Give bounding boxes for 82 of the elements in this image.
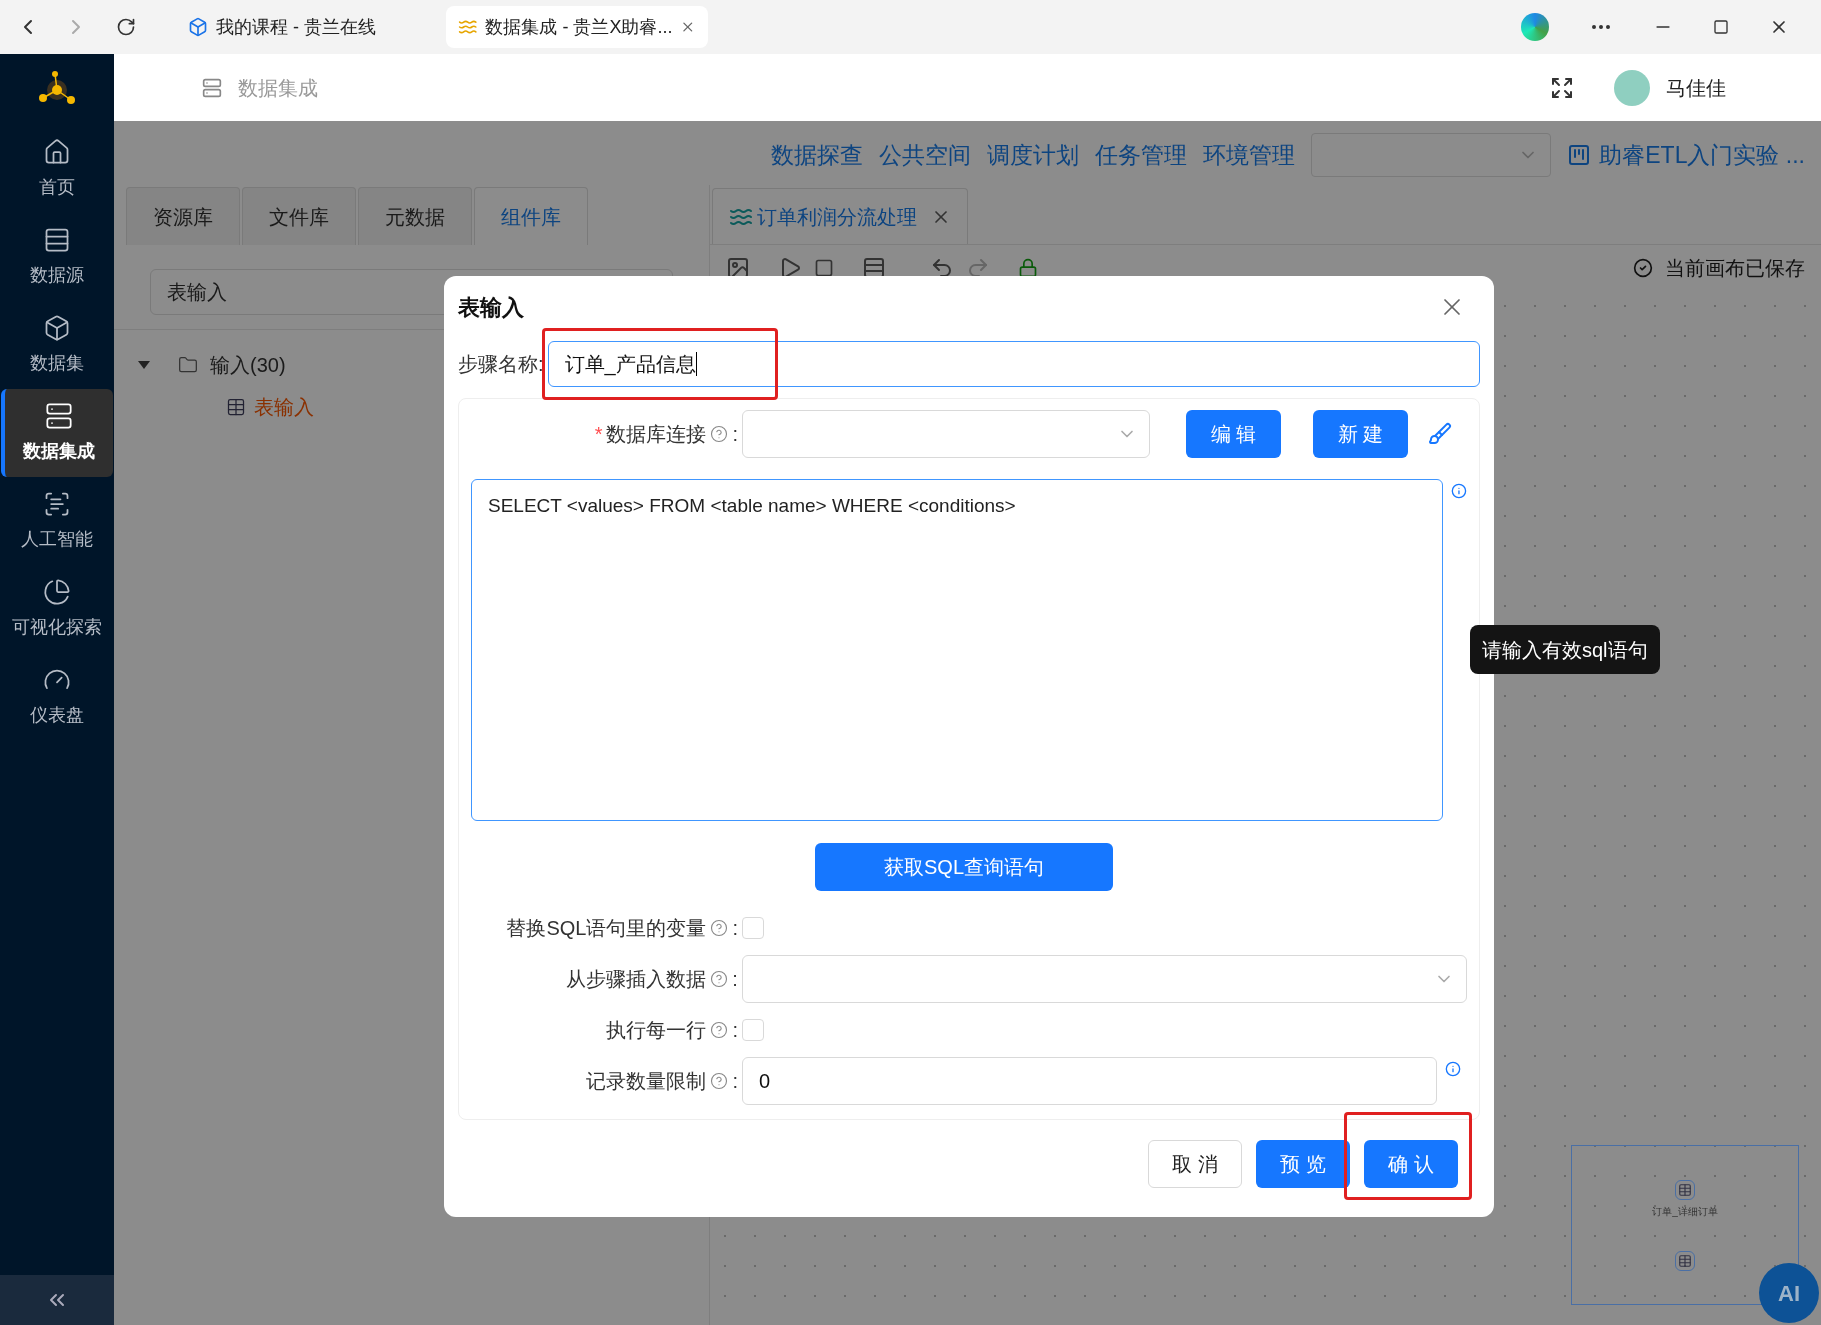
cube-icon [43, 313, 71, 342]
field-label: 数据库连接 [606, 422, 707, 447]
pie-chart-icon [43, 577, 71, 606]
sidebar-item[interactable]: 数据集 [1, 301, 113, 389]
lock-icon[interactable] [1018, 258, 1038, 278]
checkbox[interactable] [742, 1019, 764, 1041]
tree-item[interactable]: 表输入 [254, 392, 314, 422]
field-label: 记录数量限制 [586, 1069, 707, 1094]
panel-tab[interactable]: 资源库 [126, 187, 240, 245]
field-label: 执行每一行 [606, 1018, 707, 1043]
panel-tab[interactable]: 组件库 [474, 187, 588, 245]
field-label: 替换SQL语句里的变量 [506, 916, 707, 941]
help-icon [710, 1072, 729, 1090]
home-icon [43, 137, 71, 166]
server-icon [202, 77, 222, 98]
node-icon [1675, 1250, 1695, 1271]
browser-logo-icon[interactable] [1521, 13, 1549, 41]
panel-tab[interactable]: 文件库 [242, 187, 356, 245]
colon: : [732, 967, 738, 992]
colon: : [732, 1018, 738, 1043]
colon: : [732, 916, 738, 941]
nav-link[interactable]: 任务管理 [1095, 137, 1188, 173]
primary-button[interactable]: 新 建 [1313, 410, 1408, 458]
tab-title: 我的课程 - 贵兰在线 [216, 15, 376, 39]
step-name-field[interactable]: 订单_产品信息 [547, 341, 1480, 387]
fullscreen-icon[interactable] [1550, 75, 1574, 100]
checkbox[interactable] [742, 917, 764, 939]
cancel-button[interactable]: 取 消 [1148, 1140, 1242, 1188]
panel-tab[interactable]: 元数据 [358, 187, 472, 245]
nav-link[interactable]: 数据探查 [771, 137, 864, 173]
reload-icon[interactable] [116, 17, 136, 37]
saved-icon [1633, 258, 1653, 278]
sidebar-item[interactable]: 数据集成 [1, 389, 113, 477]
sidebar-item[interactable]: 人工智能 [1, 477, 113, 565]
colon: : [732, 422, 738, 447]
folder-icon [178, 355, 198, 375]
canvas-tab[interactable]: 订单利润分流处理 [712, 188, 968, 244]
stop-icon[interactable] [814, 258, 834, 278]
select-field[interactable] [1311, 133, 1552, 177]
info-icon [1445, 1061, 1461, 1077]
sidebar-item[interactable]: 仪表盘 [1, 653, 113, 741]
table-icon [226, 397, 246, 417]
ai-button[interactable]: AI [1759, 1263, 1819, 1323]
tab-favicon-icon [188, 17, 208, 37]
nav-link[interactable]: 调度计划 [987, 137, 1080, 173]
maximize-icon[interactable] [1713, 19, 1729, 35]
node-icon [1675, 1179, 1695, 1200]
tree-item[interactable]: 输入(30) [210, 350, 286, 380]
saved-status: 当前画布已保存 [1665, 256, 1805, 281]
sidebar-item[interactable]: 数据源 [1, 213, 113, 301]
broom-icon[interactable] [1428, 422, 1452, 446]
primary-button[interactable]: 确 认 [1364, 1140, 1458, 1188]
nav-link[interactable]: 公共空间 [879, 137, 972, 173]
colon: : [732, 1069, 738, 1094]
help-icon [710, 919, 729, 937]
field-label: 从步骤插入数据 [566, 967, 707, 992]
primary-button[interactable]: 预 览 [1256, 1140, 1350, 1188]
tooltip: 请输入有效sql语句 [1470, 625, 1660, 674]
sql-textarea[interactable]: SELECT <values> FROM <table name> WHERE <conditions> [471, 479, 1444, 821]
help-icon [710, 1021, 729, 1039]
browser-tab[interactable]: 我的课程 - 贵兰在线 [176, 6, 438, 48]
browser-tab[interactable]: 数据集成 - 贵兰X助睿... [446, 6, 708, 48]
breadcrumb: 数据集成 [238, 75, 318, 101]
field-label: 步骤名称: [458, 352, 544, 377]
expand-caret-icon[interactable] [138, 361, 150, 369]
sidebar-item[interactable]: 首页 [1, 125, 113, 213]
help-icon [710, 425, 729, 443]
tab-title: 数据集成 - 贵兰X助睿... [485, 15, 673, 39]
board-icon [1567, 143, 1592, 167]
canvas-tab-title: 订单利润分流处理 [757, 204, 917, 230]
required-mark: * [594, 422, 603, 447]
nav-link[interactable]: 环境管理 [1203, 137, 1296, 173]
sidebar-item[interactable]: 可视化探索 [1, 565, 113, 653]
primary-button[interactable]: 编 辑 [1186, 410, 1281, 458]
help-icon [710, 970, 729, 988]
user-name[interactable]: 马佳佳 [1666, 72, 1726, 103]
get-sql-button[interactable]: 获取SQL查询语句 [815, 843, 1113, 891]
input-field[interactable]: 0 [742, 1057, 1437, 1105]
server-icon [45, 401, 73, 430]
info-icon [1451, 483, 1467, 499]
project-link[interactable]: 助睿ETL入门实验 ... [1599, 137, 1805, 173]
node-label: 订单_详细订单 [1652, 1204, 1718, 1219]
